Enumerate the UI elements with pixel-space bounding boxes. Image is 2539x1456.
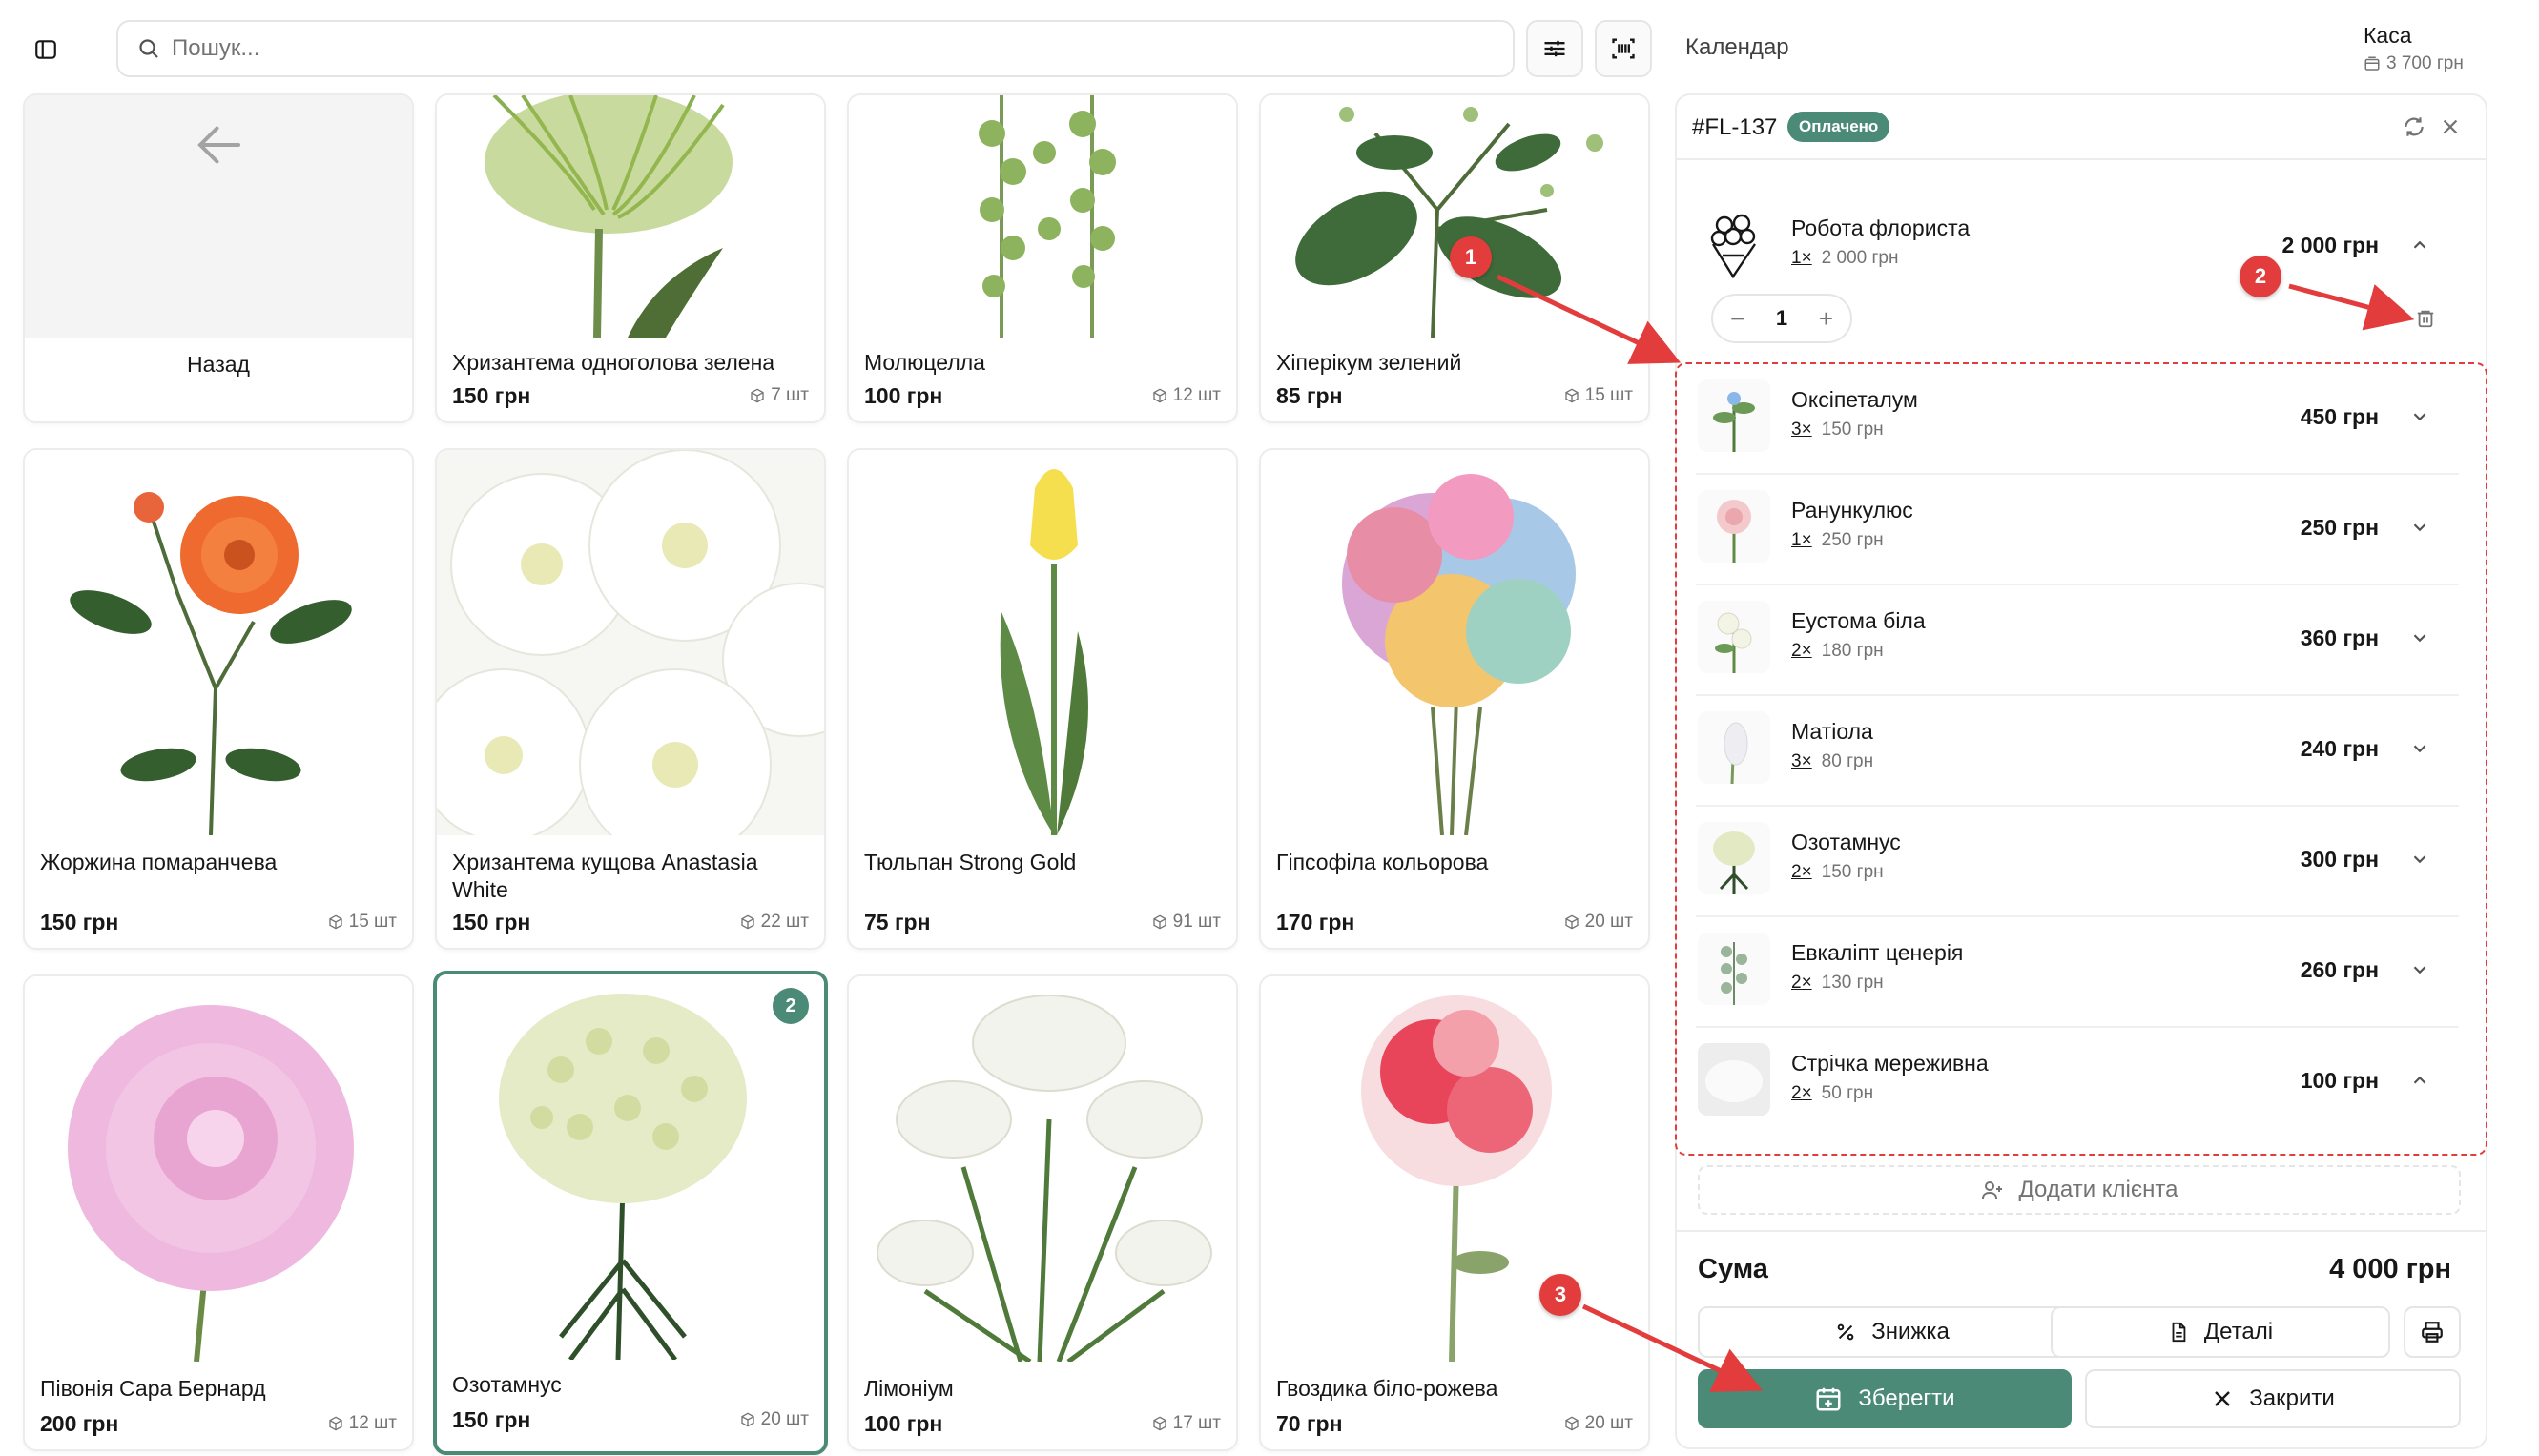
annotation-marker-1: 1 [1450, 236, 1492, 278]
annotation-arrow-3 [1581, 1303, 1764, 1392]
annotation-arrow-2 [2288, 283, 2415, 331]
annotation-arrow-1 [1496, 274, 1682, 364]
annotation-arrows [1496, 274, 2415, 1392]
annotation-marker-2: 2 [2240, 256, 2281, 297]
annotation-marker-3: 3 [1539, 1274, 1581, 1316]
